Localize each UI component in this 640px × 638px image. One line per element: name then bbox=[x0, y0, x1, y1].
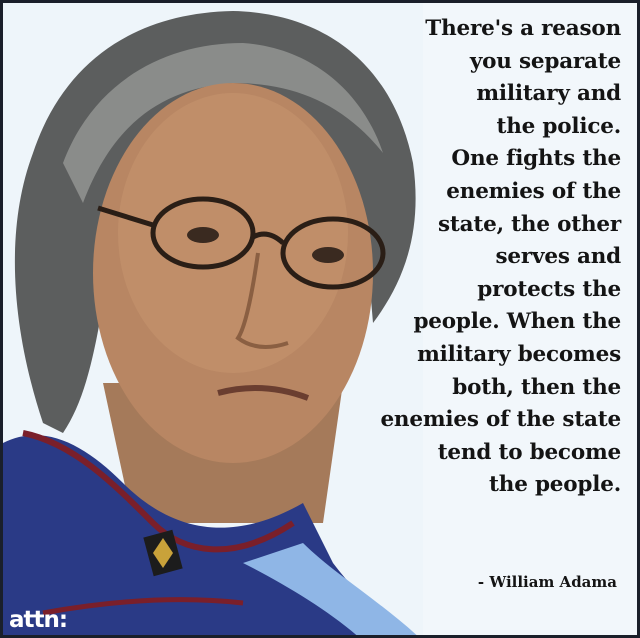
quote-attribution: - William Adama bbox=[477, 573, 617, 591]
quote-line: One fights the bbox=[451, 146, 621, 172]
quote-text: There's a reason you separate military a… bbox=[321, 13, 621, 502]
quote-line: the police. bbox=[496, 113, 622, 139]
quote-line: enemies of the bbox=[446, 178, 621, 204]
quote-line: tend to become bbox=[437, 439, 621, 465]
quote-image: There's a reason you separate military a… bbox=[0, 0, 640, 638]
quote-line: There's a reason bbox=[425, 16, 621, 41]
quote-line: both, then the bbox=[452, 374, 621, 400]
quote-line: military and bbox=[476, 81, 621, 107]
quote-line: you separate bbox=[469, 48, 621, 74]
quote-line: enemies of the state bbox=[380, 407, 621, 433]
quote-line: serves and bbox=[495, 244, 622, 270]
quote-line: protects the bbox=[477, 276, 621, 302]
quote-line: the people. bbox=[489, 472, 621, 498]
quote-line: state, the other bbox=[438, 211, 621, 237]
quote-line: military becomes bbox=[417, 341, 621, 367]
attn-logo: attn: bbox=[9, 607, 68, 633]
quote-line: people. When the bbox=[413, 309, 621, 335]
